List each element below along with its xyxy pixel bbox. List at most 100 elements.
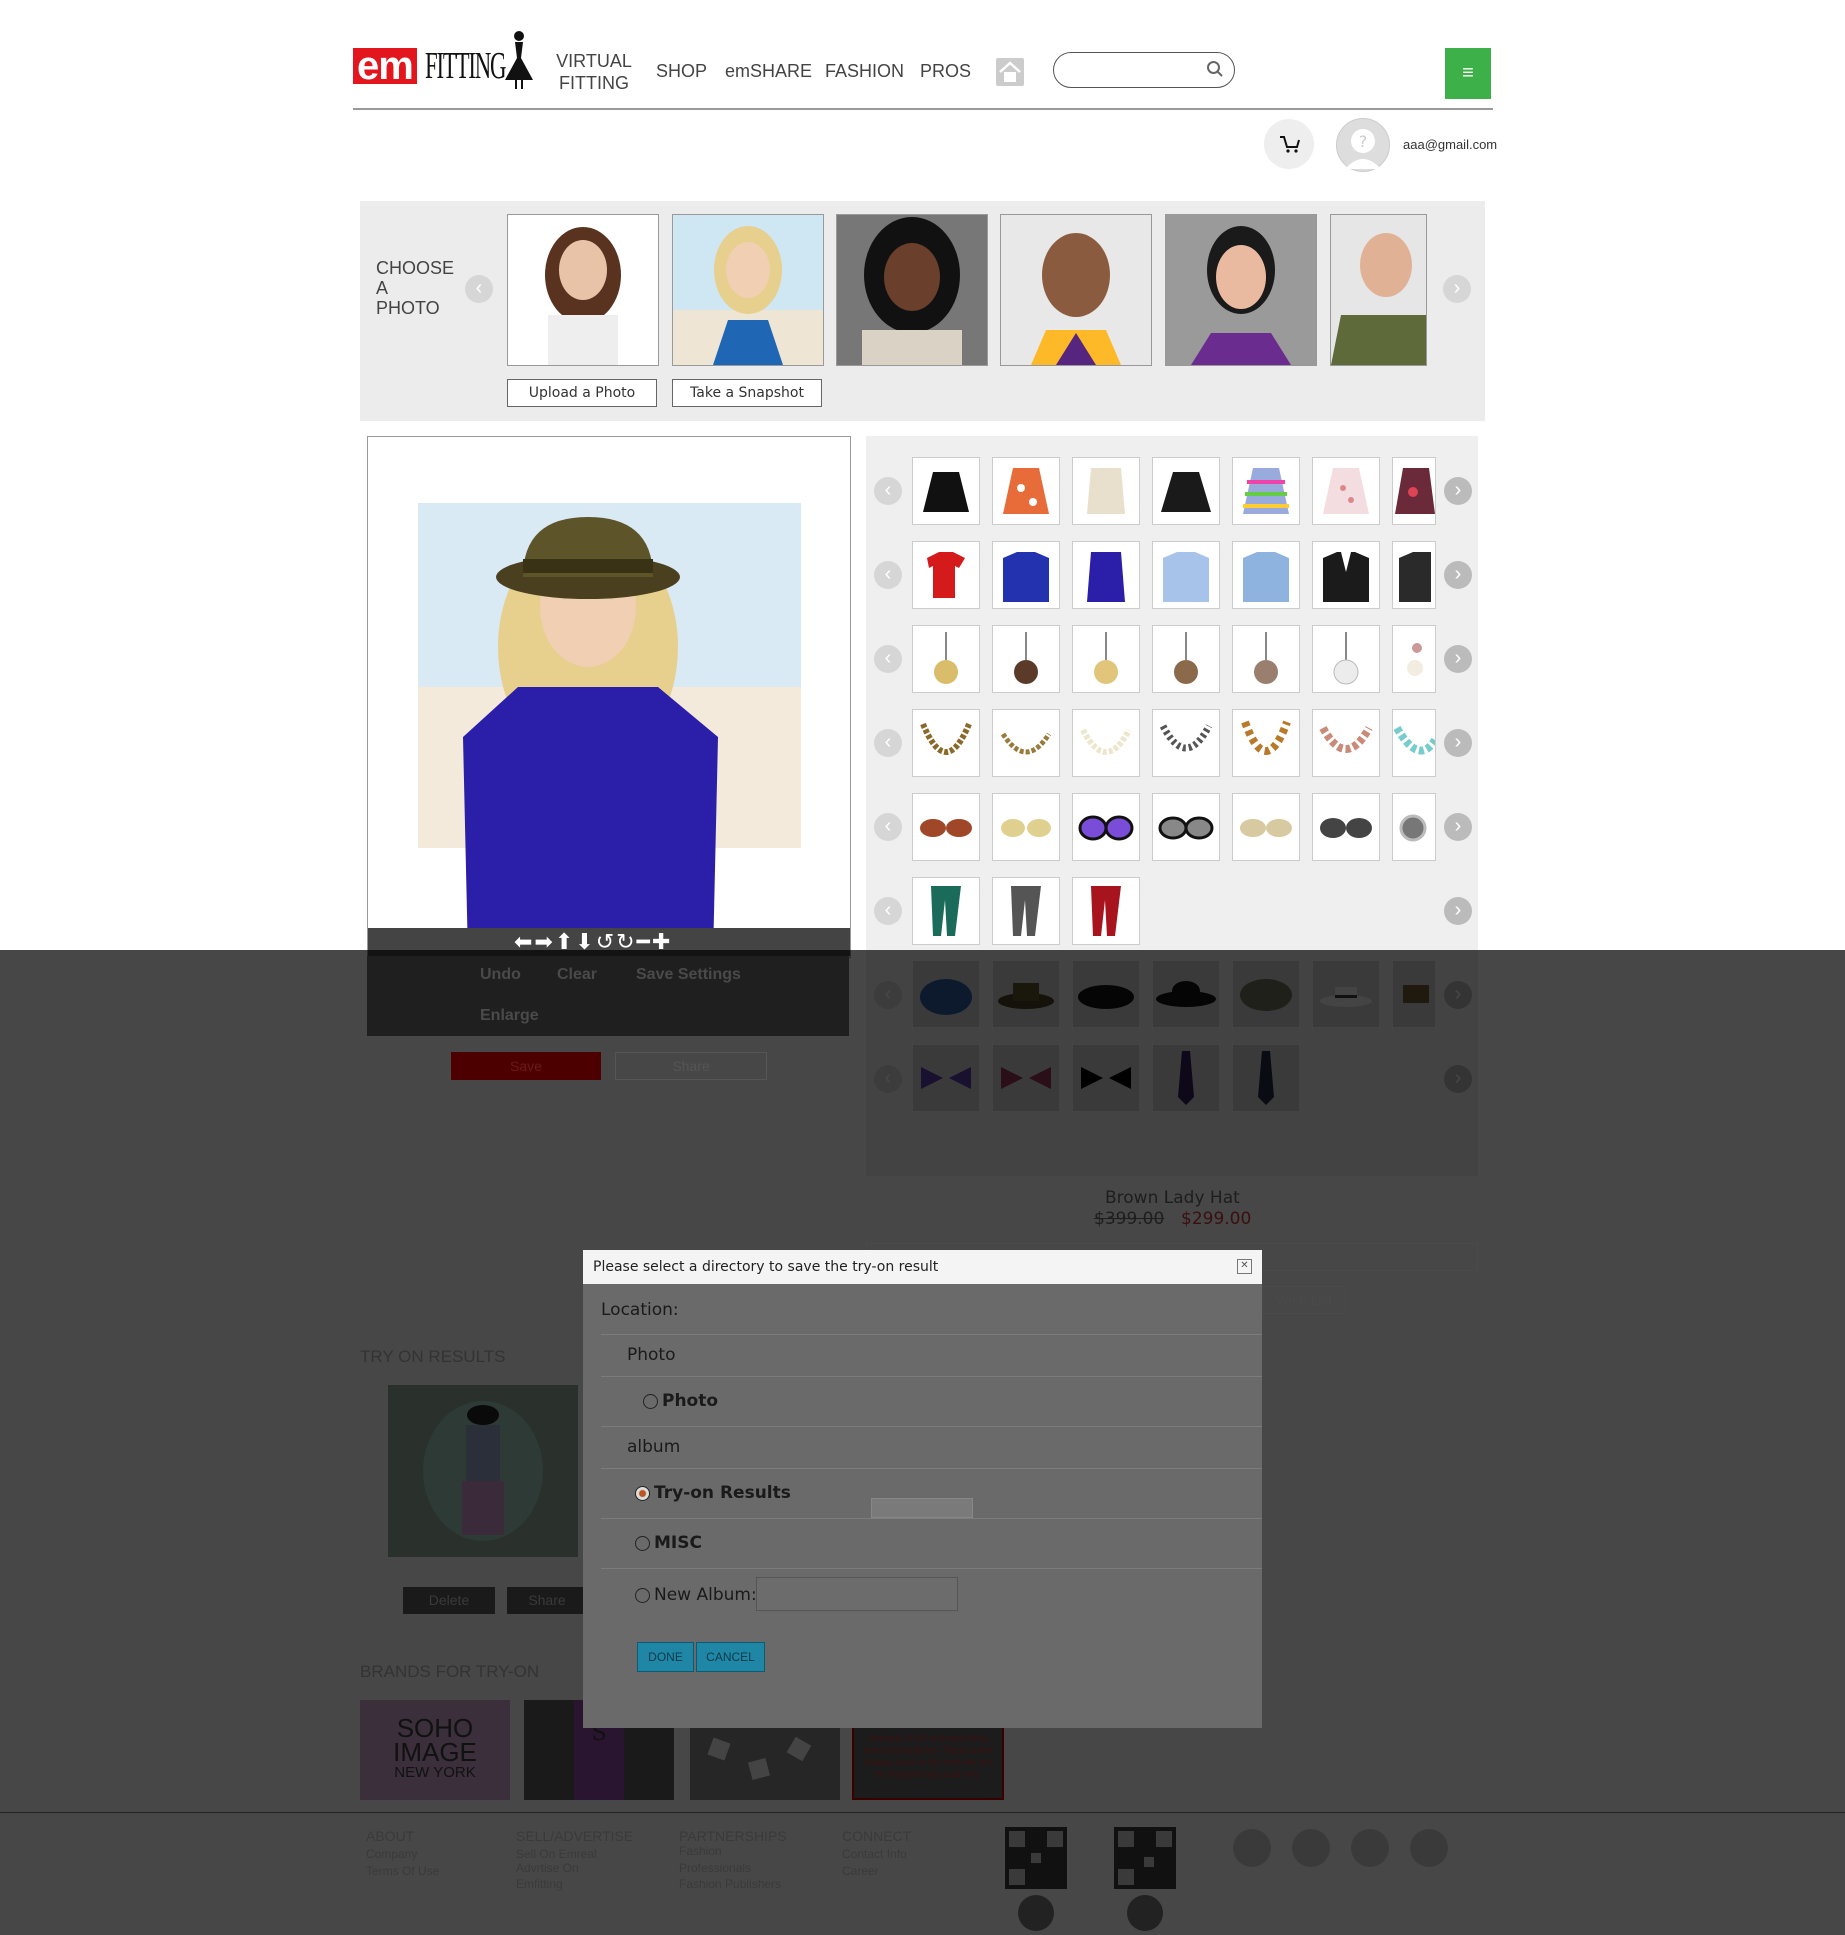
product-necktie[interactable]	[1232, 1044, 1300, 1112]
product-sunglasses[interactable]	[1152, 793, 1220, 861]
android-icon[interactable]	[1018, 1895, 1054, 1931]
footer-company-link[interactable]: Company	[366, 1846, 417, 1862]
product-sunglasses[interactable]	[1392, 793, 1436, 861]
footer-career-link[interactable]: Career	[842, 1863, 879, 1879]
take-snapshot-button[interactable]: Take a Snapshot	[672, 379, 822, 407]
enlarge-button[interactable]: Enlarge	[480, 1007, 539, 1025]
footer-publishers-link[interactable]: Fashion Publishers	[679, 1876, 781, 1892]
chevron-left-icon[interactable]: ‹	[874, 645, 902, 673]
photo-radio[interactable]	[643, 1393, 658, 1409]
clear-button[interactable]: Clear	[557, 966, 597, 984]
new-album-radio[interactable]	[635, 1587, 650, 1603]
new-album-input[interactable]	[756, 1577, 958, 1611]
product-scarf[interactable]	[912, 877, 980, 945]
model-photo-5[interactable]	[1165, 214, 1317, 366]
chevron-left-icon[interactable]: ‹	[874, 477, 902, 505]
close-icon[interactable]: ✕	[1237, 1259, 1252, 1274]
product-sunglasses[interactable]	[912, 793, 980, 861]
nav-virtual-fitting[interactable]: VIRTUAL FITTING	[552, 50, 636, 94]
model-photo-6[interactable]	[1330, 214, 1427, 366]
product-shirt[interactable]	[1232, 541, 1300, 609]
product-skirt[interactable]	[1392, 457, 1436, 525]
chevron-right-icon[interactable]: ›	[1444, 897, 1472, 925]
twitter-icon[interactable]	[1292, 1829, 1330, 1867]
product-bow-tie[interactable]	[912, 1044, 980, 1112]
footer-terms-link[interactable]: Terms Of Use	[366, 1863, 439, 1879]
search-field[interactable]	[1053, 52, 1235, 88]
apple-icon[interactable]	[1127, 1895, 1163, 1931]
footer-contact-link[interactable]: Contact Info	[842, 1846, 907, 1862]
model-photo-2[interactable]	[672, 214, 824, 366]
chevron-right-icon[interactable]: ›	[1444, 813, 1472, 841]
google-plus-icon[interactable]	[1351, 1829, 1389, 1867]
cart-button[interactable]	[1264, 119, 1314, 169]
product-skirt[interactable]	[1072, 457, 1140, 525]
share-button[interactable]: Share	[615, 1052, 767, 1080]
nav-pros[interactable]: PROS	[920, 60, 971, 82]
product-bow-tie[interactable]	[1072, 1044, 1140, 1112]
product-jacket[interactable]	[992, 541, 1060, 609]
product-hat[interactable]	[1072, 960, 1140, 1028]
chevron-right-icon[interactable]: ›	[1443, 275, 1471, 303]
product-necktie[interactable]	[1152, 1044, 1220, 1112]
chevron-right-icon[interactable]: ›	[1444, 729, 1472, 757]
model-photo-3[interactable]	[836, 214, 988, 366]
chevron-right-icon[interactable]: ›	[1444, 645, 1472, 673]
product-hat[interactable]	[1232, 960, 1300, 1028]
footer-professionals-link[interactable]: Professionals	[679, 1860, 751, 1876]
product-sunglasses[interactable]	[992, 793, 1060, 861]
wechat-icon[interactable]	[1410, 1829, 1448, 1867]
product-top[interactable]	[1072, 541, 1140, 609]
home-button[interactable]	[996, 58, 1024, 86]
chevron-left-icon[interactable]: ‹	[874, 561, 902, 589]
model-photo-1[interactable]	[507, 214, 659, 366]
menu-button[interactable]: ≡	[1445, 48, 1491, 99]
nav-fashion[interactable]: FASHION	[825, 60, 904, 82]
product-hat[interactable]	[1312, 960, 1380, 1028]
product-hat[interactable]	[992, 960, 1060, 1028]
search-input[interactable]	[1066, 59, 1200, 81]
product-necklace[interactable]	[1072, 709, 1140, 777]
tryon-results-radio[interactable]	[635, 1485, 650, 1501]
emfitting-logo[interactable]: em FITTING	[353, 30, 533, 90]
nav-emshare[interactable]: emSHARE	[725, 60, 812, 82]
product-earring[interactable]	[1072, 625, 1140, 693]
product-skirt[interactable]	[1232, 457, 1300, 525]
user-email[interactable]: aaa@gmail.com	[1403, 137, 1497, 152]
product-sunglasses[interactable]	[1232, 793, 1300, 861]
product-earring[interactable]	[1232, 625, 1300, 693]
product-hat[interactable]	[1152, 960, 1220, 1028]
save-button[interactable]: Save	[451, 1052, 601, 1080]
footer-fashion-link[interactable]: Fashion	[679, 1843, 722, 1859]
wish-list-button[interactable]: Wish List	[1262, 1286, 1346, 1314]
try-on-result-thumbnail[interactable]	[388, 1385, 578, 1557]
product-necklace[interactable]	[912, 709, 980, 777]
done-button[interactable]: DONE	[637, 1642, 694, 1672]
save-settings-button[interactable]: Save Settings	[636, 966, 741, 984]
footer-emfitting-link[interactable]: Emfitting	[516, 1876, 563, 1892]
product-sunglasses[interactable]	[1072, 793, 1140, 861]
product-sunglasses[interactable]	[1312, 793, 1380, 861]
product-skirt[interactable]	[1152, 457, 1220, 525]
user-avatar[interactable]: ?	[1336, 118, 1390, 172]
chevron-left-icon[interactable]: ‹	[874, 897, 902, 925]
product-earring[interactable]	[992, 625, 1060, 693]
product-hat[interactable]	[1392, 960, 1436, 1028]
product-earring[interactable]	[1312, 625, 1380, 693]
product-necklace[interactable]	[1312, 709, 1380, 777]
product-skirt[interactable]	[992, 457, 1060, 525]
chevron-left-icon[interactable]: ‹	[874, 813, 902, 841]
tryon-canvas[interactable]	[367, 436, 851, 958]
chevron-left-icon[interactable]: ‹	[874, 729, 902, 757]
misc-radio[interactable]	[635, 1535, 650, 1551]
chevron-right-icon[interactable]: ›	[1444, 477, 1472, 505]
product-skirt[interactable]	[912, 457, 980, 525]
brand-soho-image[interactable]: SOHO IMAGE NEW YORK	[360, 1700, 510, 1800]
product-scarf[interactable]	[1072, 877, 1140, 945]
nav-shop[interactable]: SHOP	[656, 60, 707, 82]
chevron-left-icon[interactable]: ‹	[465, 275, 493, 303]
product-suit[interactable]	[1392, 541, 1436, 609]
product-hat[interactable]	[912, 960, 980, 1028]
product-necklace[interactable]	[1152, 709, 1220, 777]
product-bow-tie[interactable]	[992, 1044, 1060, 1112]
